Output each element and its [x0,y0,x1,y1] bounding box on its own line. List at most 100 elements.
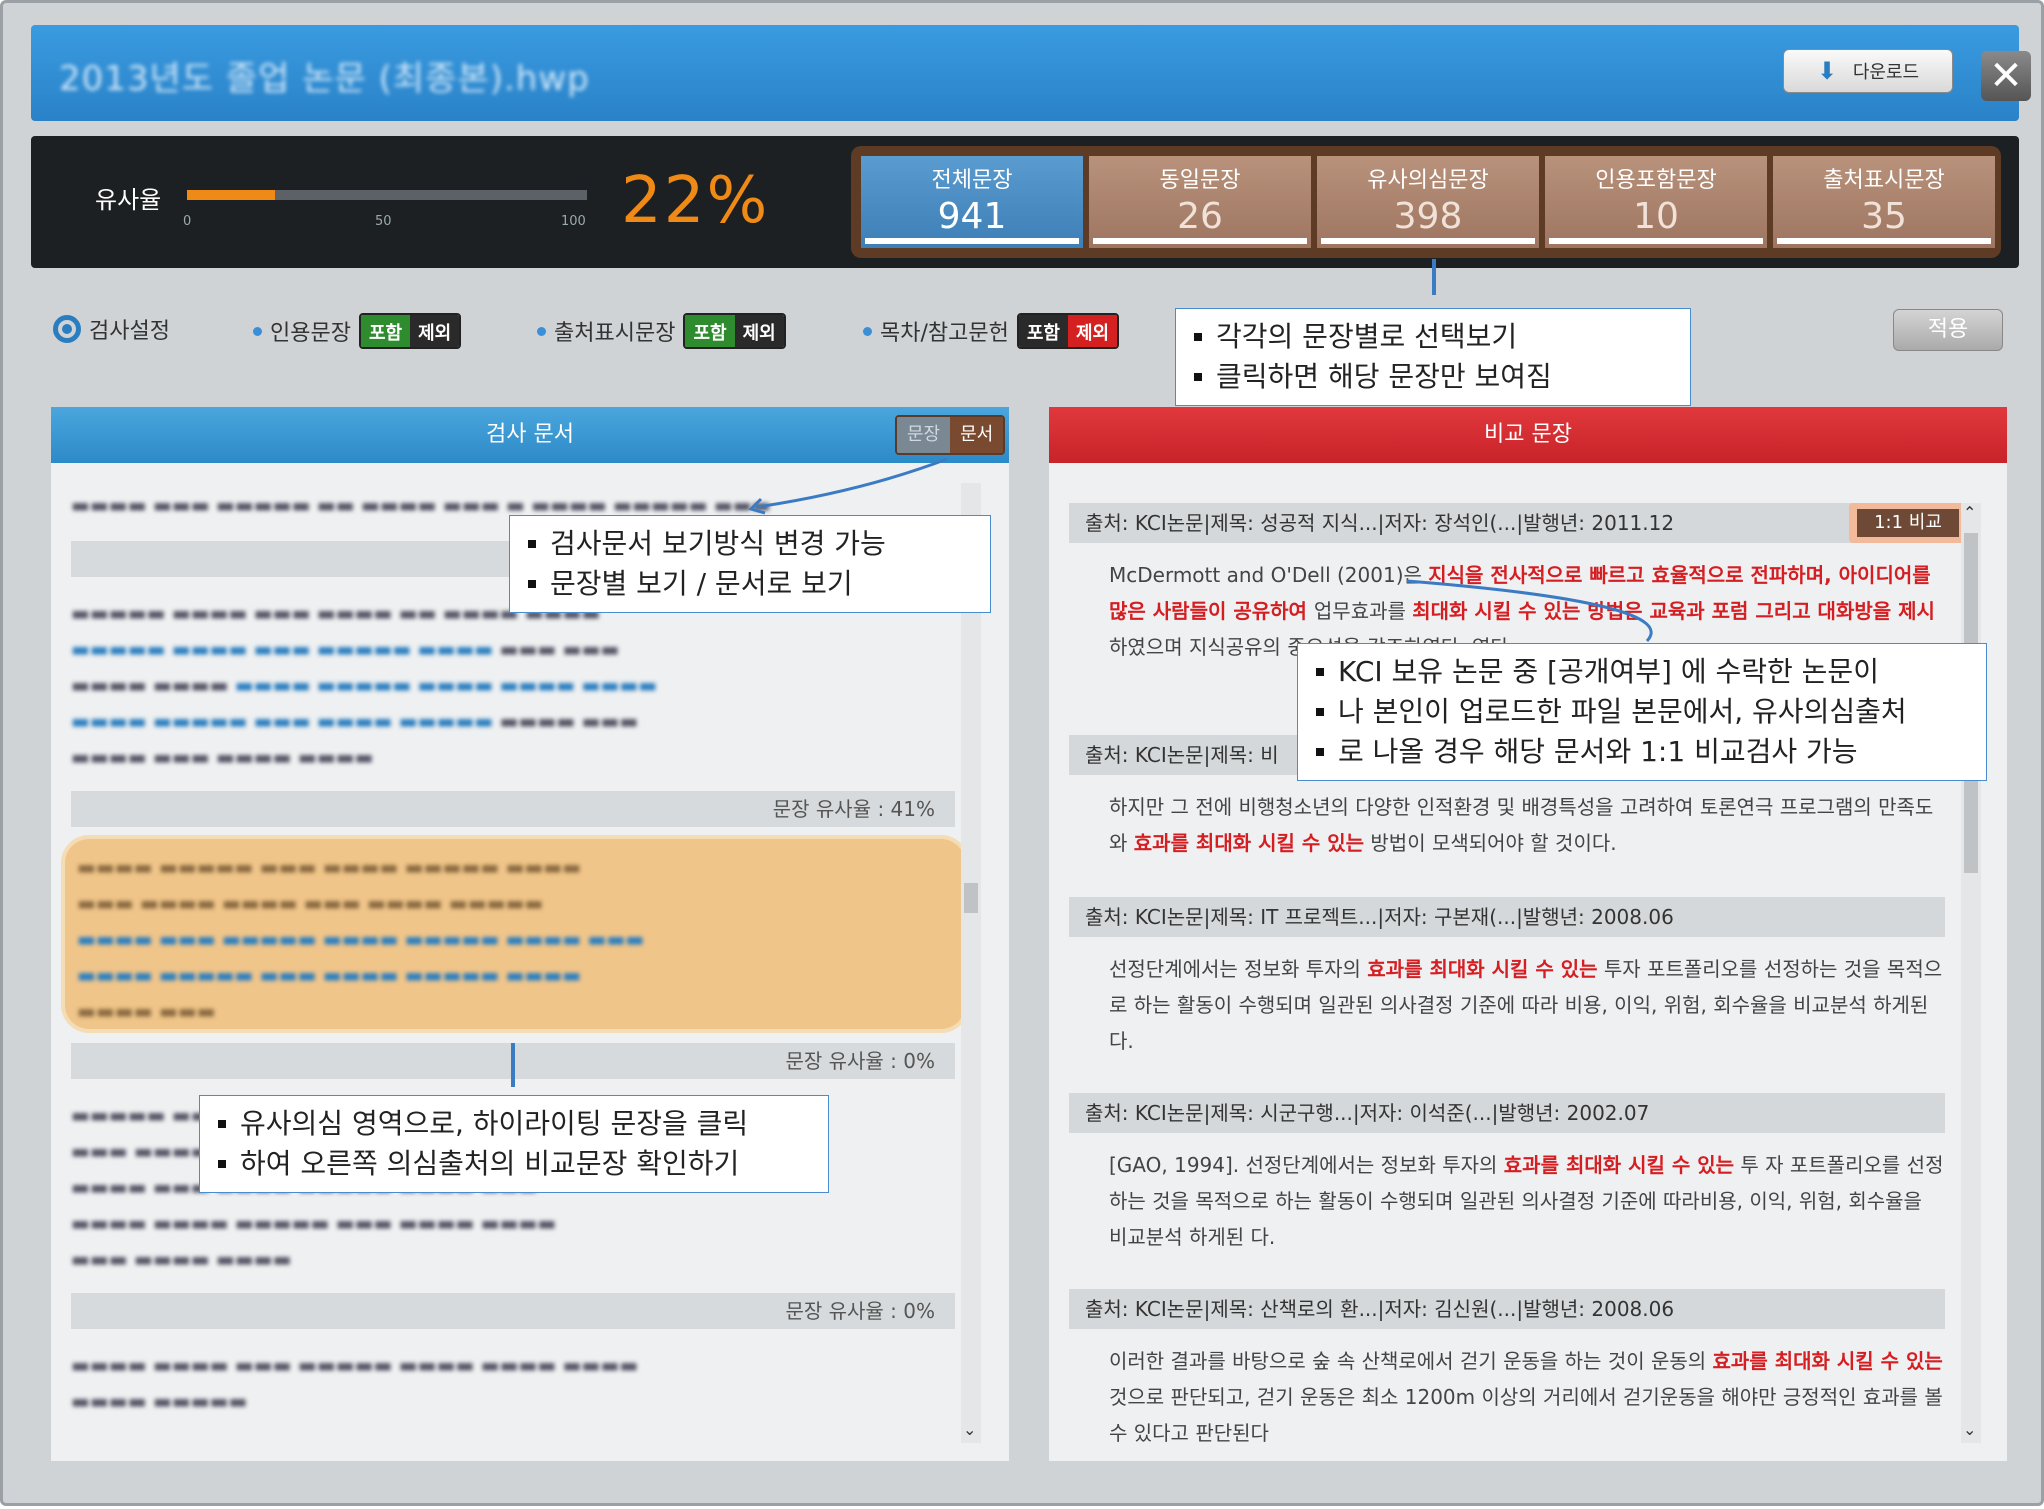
sentence-text: 이러한 결과를 바탕으로 숲 속 산책로에서 걷기 운동을 하는 것이 운동의 [1109,1349,1713,1373]
setting-label: 출처표시문장 [554,321,676,346]
plagiarism-report-window: 2013년도 졸업 논문 (최종본).hwp ⬇ 다운로드 ✕ 유사율 0 50 … [0,0,2044,1506]
document-title: 2013년도 졸업 논문 (최종본).hwp [59,59,590,99]
blurred-highlight-text: ▬▬▬▬ ▬▬▬▬▬ ▬▬▬ ▬▬▬▬ ▬▬▬▬▬ ▬▬▬▬ ▬▬▬ ▬▬▬▬ ▬… [77,855,645,1023]
statistics-bar: 유사율 0 50 100 22% 전체문장 941 동일문장 26 유사의심문장 39… [31,136,2019,268]
setting-source-marked: 출처표시문장 포함 제외 [537,313,786,349]
sentence-text: [GAO, 1994]. 선정단계에서는 정보화 투자의 [1109,1153,1504,1177]
include-option[interactable]: 포함 [1018,315,1068,347]
chevron-up-icon[interactable]: ⌃ [1963,503,1976,522]
tab-label: 유사의심문장 [1367,168,1489,193]
source-sentence: [GAO, 1994]. 선정단계에서는 정보화 투자의 효과를 최대화 시킬 … [1109,1147,1945,1255]
comparison-panel: 비교 문장 출처: KCI논문|제목: 성공적 지식...|저자: 장석인(..… [1049,407,2007,1461]
callout-line: 유사의심 영역으로, 하이라이팅 문장을 클릭 [218,1104,810,1144]
sentence-view-option[interactable]: 문장 [897,417,951,453]
document-view-option[interactable]: 문서 [950,417,1004,453]
settings-label: 검사설정 [89,319,170,344]
sentence-filter-tabs: 전체문장 941 동일문장 26 유사의심문장 398 인용포함문장 10 출처표시문장… [851,146,2001,258]
source-row[interactable]: 출처: KCI논문|제목: 성공적 지식...|저자: 장석인(...|발행년:… [1069,503,1945,543]
tab-label: 동일문장 [1159,168,1241,193]
left-scrollbar[interactable]: ⌄ [961,483,981,1443]
tab-suspected-sentences[interactable]: 유사의심문장 398 [1317,156,1539,248]
tab-count: 35 [1861,196,1907,237]
tab-label: 출처표시문장 [1823,168,1945,193]
matched-phrase: 효과를 최대화 시킬 수 있는 [1712,1349,1943,1373]
sentence-similarity-row: 문장 유사율 : 0% [71,1293,955,1329]
callout-line: 각각의 문장별로 선택보기 [1194,317,1672,357]
similarity-progress [187,190,587,200]
download-icon: ⬇ [1816,57,1837,85]
tab-all-sentences[interactable]: 전체문장 941 [861,156,1083,248]
matched-phrase: 효과를 최대화 시킬 수 있는 [1133,831,1365,855]
source-sentence: 하지만 그 전에 비행청소년의 다양한 인적환경 및 배경특성을 고려하여 토론… [1109,789,1945,861]
close-button[interactable]: ✕ [1981,51,2031,101]
callout-line: 하여 오른쪽 의심출처의 비교문장 확인하기 [218,1144,810,1184]
callout-compare: KCI 보유 논문 중 [공개여부] 에 수락한 논문이 나 본인이 업로드한 파… [1297,643,1987,781]
sentence-text: 업무효과를 [1313,599,1413,623]
tab-label: 인용포함문장 [1595,168,1717,193]
callout-line: 클릭하면 해당 문장만 보여짐 [1194,357,1672,397]
gear-icon [53,315,81,343]
source-row[interactable]: 출처: KCI논문|제목: 시군구행...|저자: 이석준(...|발행년: 2… [1069,1093,1945,1133]
source-sentence: 이러한 결과를 바탕으로 숲 속 산책로에서 걷기 운동을 하는 것이 운동의 … [1109,1343,1945,1447]
callout-line: 나 본인이 업로드한 파일 본문에서, 유사의심출처 [1316,692,1968,732]
similarity-label: 유사율 [95,186,162,214]
exclude-option[interactable]: 제외 [1067,315,1118,347]
exclude-option[interactable]: 제외 [734,315,784,347]
highlighted-suspect-sentence[interactable]: ▬▬▬▬ ▬▬▬▬▬ ▬▬▬ ▬▬▬▬ ▬▬▬▬▬ ▬▬▬▬ ▬▬▬ ▬▬▬▬ ▬… [65,839,965,1029]
tab-citation-sentences[interactable]: 인용포함문장 10 [1545,156,1767,248]
scroll-thumb[interactable] [964,883,978,913]
exclude-option[interactable]: 제외 [410,315,460,347]
inspection-settings-bar: 검사설정 인용문장 포함 제외 출처표시문장 포함 제외 목차/참고문헌 포함 제외 적용 [31,283,2019,373]
source-sentence: 선정단계에서는 정보화 투자의 효과를 최대화 시킬 수 있는 투자 포트폴리오… [1109,951,1945,1059]
title-bar: 2013년도 졸업 논문 (최종본).hwp ⬇ 다운로드 ✕ [31,25,2031,121]
setting-label: 목차/참고문헌 [880,321,1009,346]
callout-arrow [1432,259,1436,295]
tick-label: 0 [183,214,192,229]
compare-label: 1:1 비교 [1857,509,1959,537]
setting-label: 인용문장 [270,321,351,346]
comparison-header: 비교 문장 [1049,407,2007,463]
blurred-document-text: ▬▬▬▬▬ ▬▬▬▬ ▬▬▬ ▬▬▬▬ ▬▬ ▬▬▬▬ ▬▬▬▬ ▬▬▬▬▬ ▬▬… [71,601,658,769]
view-mode-toggle[interactable]: 문장 문서 [895,415,1006,455]
inspected-document-header: 검사 문서 문장 문서 [51,407,1009,463]
callout-line: KCI 보유 논문 중 [공개여부] 에 수락한 논문이 [1316,652,1968,692]
callout-tab-filter: 각각의 문장별로 선택보기 클릭하면 해당 문장만 보여짐 [1175,308,1691,406]
download-button[interactable]: ⬇ 다운로드 [1783,49,1953,93]
compare-1to1-button[interactable]: 1:1 비교 [1849,503,1967,543]
tab-count: 10 [1633,196,1679,237]
include-exclude-toggle[interactable]: 포함 제외 [1016,313,1120,349]
source-row[interactable]: 출처: KCI논문|제목: IT 프로젝트...|저자: 구본재(...|발행년… [1069,897,1945,937]
sentence-similarity-row: 문장 유사율 : 41% [71,791,955,827]
download-label: 다운로드 [1852,62,1920,83]
tab-identical-sentences[interactable]: 동일문장 26 [1089,156,1311,248]
matched-phrase: 최대화 시킬 수 있는 방법은 교육과 포럼 그리고 대화방을 제시 [1412,599,1935,623]
include-exclude-toggle[interactable]: 포함 제외 [358,313,462,349]
sentence-text: 방법이 모색되어야 할 것이다. [1364,831,1617,855]
similarity-percent: 22% [621,164,770,238]
blurred-document-text: ▬▬▬▬ ▬▬▬▬ ▬▬▬ ▬▬▬▬▬ ▬▬▬▬ ▬▬▬▬ ▬▬▬▬ ▬▬▬▬ ▬… [71,1353,639,1413]
chevron-down-icon[interactable]: ⌄ [1963,1420,1976,1439]
tick-label: 50 [375,214,392,229]
include-option[interactable]: 포함 [685,315,735,347]
callout-arrow [511,1043,515,1087]
matched-phrase: 효과를 최대화 시킬 수 있는 [1367,957,1598,981]
apply-button[interactable]: 적용 [1893,309,2003,351]
setting-toc-references: 목차/참고문헌 포함 제외 [863,313,1120,349]
callout-view-mode: 검사문서 보기방식 변경 가능 문장별 보기 / 문서로 보기 [509,515,991,613]
setting-citation: 인용문장 포함 제외 [253,313,462,349]
callout-line: 로 나올 경우 해당 문서와 1:1 비교검사 가능 [1316,732,1968,772]
tab-label: 전체문장 [931,168,1013,193]
tick-label: 100 [561,214,586,229]
tab-source-marked-sentences[interactable]: 출처표시문장 35 [1773,156,1995,248]
matched-phrase: 효과를 최대화 시킬 수 있는 [1503,1153,1735,1177]
sentence-text: 선정단계에서는 정보화 투자의 [1109,957,1368,981]
include-option[interactable]: 포함 [360,315,411,347]
include-exclude-toggle[interactable]: 포함 제외 [683,313,786,349]
sentence-text: McDermott and O'Dell (2001)은 [1109,563,1429,587]
callout-line: 검사문서 보기방식 변경 가능 [528,524,972,564]
tab-count: 26 [1177,196,1223,237]
source-row[interactable]: 출처: KCI논문|제목: 산책로의 환...|저자: 김신원(...|발행년:… [1069,1289,1945,1329]
callout-line: 문장별 보기 / 문서로 보기 [528,564,972,604]
chevron-down-icon[interactable]: ⌄ [963,1420,976,1439]
sentence-text: 것으로 판단되고, 걷기 운동은 최소 1200m 이상의 거리에서 걷기운동을… [1109,1385,1943,1445]
